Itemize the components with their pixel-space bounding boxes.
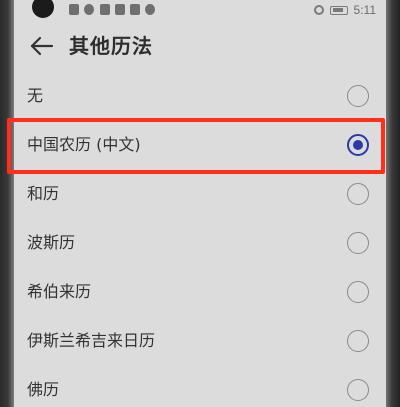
option-label: 无: [27, 86, 44, 105]
notification-icon: [130, 4, 140, 15]
option-none[interactable]: 无: [14, 72, 386, 121]
shield-icon: [145, 4, 155, 15]
alarm-icon: [313, 5, 324, 15]
battery-icon: [329, 5, 348, 15]
option-label: 和历: [27, 184, 60, 203]
page-title: 其他历法: [69, 34, 153, 58]
screen: 5:11 其他历法 无 中国农历 (中文) 和历 波斯历 希伯来历 伊斯兰希吉来…: [7, 0, 386, 407]
option-hebrew[interactable]: 希伯来历: [14, 268, 386, 317]
radio-button[interactable]: [347, 183, 369, 205]
status-right: 5:11: [313, 2, 376, 18]
radio-button[interactable]: [347, 232, 369, 254]
option-chinese-lunar[interactable]: 中国农历 (中文): [14, 121, 386, 170]
status-bar: 5:11: [14, 0, 386, 22]
radio-button[interactable]: [347, 330, 369, 352]
wifi-icon: [84, 4, 94, 15]
radio-button[interactable]: [347, 379, 369, 401]
option-label: 佛历: [27, 380, 60, 399]
notification-icon: [115, 4, 125, 15]
phone-frame: 5:11 其他历法 无 中国农历 (中文) 和历 波斯历 希伯来历 伊斯兰希吉来…: [0, 0, 400, 407]
front-camera: [32, 0, 54, 18]
option-japanese[interactable]: 和历: [14, 170, 386, 219]
radio-button[interactable]: [347, 85, 369, 107]
notification-icon: [100, 4, 110, 15]
option-persian[interactable]: 波斯历: [14, 219, 386, 268]
option-label: 波斯历: [27, 233, 76, 252]
back-arrow-icon[interactable]: [28, 32, 56, 60]
option-label: 希伯来历: [27, 282, 92, 301]
option-buddhist[interactable]: 佛历: [14, 366, 386, 407]
radio-button[interactable]: [347, 281, 369, 303]
status-time: 5:11: [353, 3, 376, 17]
notification-icon: [69, 4, 79, 15]
option-islamic[interactable]: 伊斯兰希吉来日历: [14, 317, 386, 366]
radio-button-selected[interactable]: [347, 134, 369, 156]
option-label: 中国农历 (中文): [27, 135, 141, 154]
option-label: 伊斯兰希吉来日历: [27, 331, 156, 350]
header: 其他历法: [14, 24, 386, 68]
